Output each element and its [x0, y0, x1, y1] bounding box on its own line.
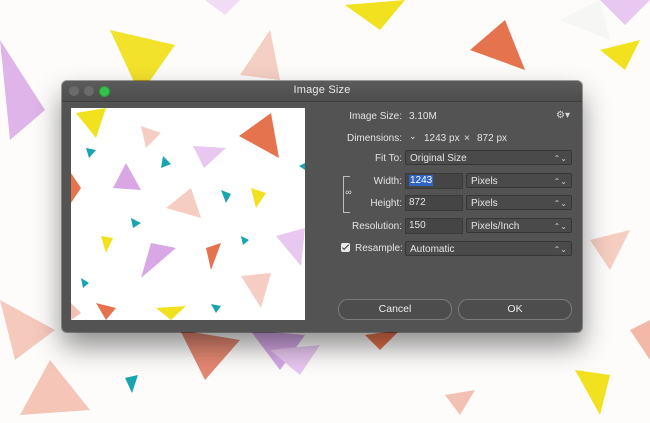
fit-to-select[interactable]: Original Size ⌃⌄ [405, 150, 572, 165]
width-unit-value: Pixels [471, 176, 498, 187]
resolution-input-value: 150 [409, 220, 426, 231]
chain-link-icon[interactable]: ∞ [345, 186, 352, 198]
image-size-value: 3.10M [409, 111, 437, 122]
title-bar: Image Size [62, 81, 582, 102]
fit-to-value: Original Size [410, 153, 467, 164]
resample-select[interactable]: Automatic ⌃⌄ [405, 241, 572, 256]
gear-icon[interactable]: ⚙▾ [556, 110, 570, 121]
resolution-input[interactable]: 150 [405, 218, 463, 234]
resample-checkbox[interactable] [341, 243, 350, 252]
resolution-label: Resolution: [351, 221, 402, 232]
resample-value: Automatic [410, 244, 455, 255]
dimensions-times: × [464, 133, 470, 144]
resolution-unit-select[interactable]: Pixels/Inch ⌃⌄ [466, 218, 572, 233]
chevron-down-icon: ⌃⌄ [553, 154, 567, 163]
height-unit-value: Pixels [471, 198, 498, 209]
cancel-button[interactable]: Cancel [338, 299, 452, 320]
resample-label: Resample: [355, 243, 403, 254]
image-size-dialog: Image Size Image Size: 3.10M ⚙▾ Dimensio… [62, 81, 582, 332]
image-size-label: Image Size: [349, 111, 402, 122]
dimensions-width-value: 1243 px [424, 133, 460, 144]
preview-artwork [71, 108, 305, 320]
width-label: Width: [373, 176, 402, 187]
width-unit-select[interactable]: Pixels ⌃⌄ [466, 173, 572, 188]
chevron-down-icon: ⌃⌄ [553, 245, 567, 254]
chevron-down-icon[interactable]: ⌄ [409, 131, 417, 142]
height-input-value: 872 [409, 197, 426, 208]
chevron-down-icon: ⌃⌄ [553, 177, 567, 186]
width-input[interactable]: 1243 [405, 173, 463, 189]
height-label: Height: [370, 198, 402, 209]
resolution-unit-value: Pixels/Inch [471, 221, 520, 232]
ok-button[interactable]: OK [458, 299, 572, 320]
chevron-down-icon: ⌃⌄ [553, 199, 567, 208]
image-preview[interactable] [71, 108, 305, 320]
width-input-value: 1243 [409, 175, 434, 186]
dimensions-height-value: 872 px [477, 133, 508, 144]
height-input[interactable]: 872 [405, 195, 463, 211]
fit-to-label: Fit To: [374, 153, 402, 164]
dimensions-label: Dimensions: [346, 133, 402, 144]
chevron-down-icon: ⌃⌄ [553, 222, 567, 231]
height-unit-select[interactable]: Pixels ⌃⌄ [466, 195, 572, 210]
dialog-title: Image Size [293, 84, 351, 96]
